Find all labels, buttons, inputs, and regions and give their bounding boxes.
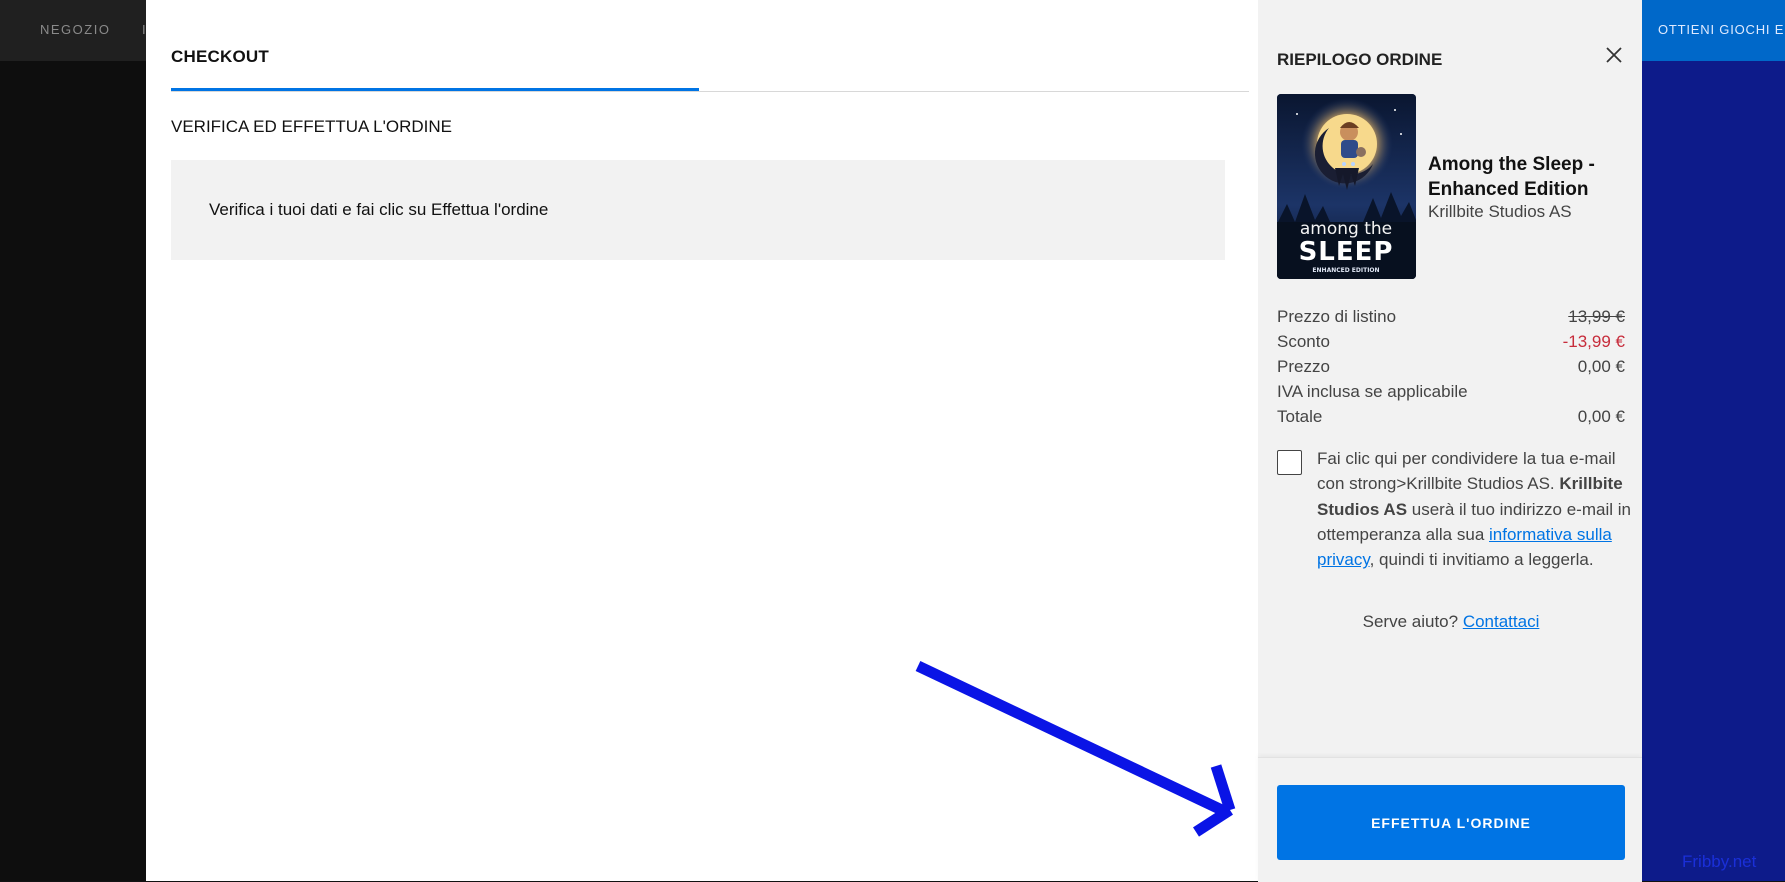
cover-text-small: ENHANCED EDITION <box>1312 267 1379 274</box>
order-summary-title: RIEPILOGO ORDINE <box>1277 50 1443 69</box>
tab-underline <box>171 91 1249 92</box>
game-title: Among the Sleep - Enhanced Edition <box>1428 154 1595 200</box>
place-order-button[interactable]: EFFETTUA L'ORDINE <box>1277 785 1625 860</box>
annotation-arrow-icon <box>915 661 1236 837</box>
price-row-list: Prezzo di listino 13,99 € <box>1277 307 1625 331</box>
nav-store-link[interactable]: NEGOZIO <box>40 22 110 37</box>
price-label: Sconto <box>1277 332 1330 351</box>
price-row-price: Prezzo 0,00 € <box>1277 357 1625 381</box>
cover-text-top: among the <box>1300 219 1392 239</box>
close-icon[interactable] <box>1604 45 1624 65</box>
watermark-text: Fribby.net <box>1682 852 1757 871</box>
instruction-box: Verifica i tuoi dati e fai clic su Effet… <box>171 160 1225 260</box>
consent-text-part3: , quindi ti invitiamo a leggerla. <box>1369 550 1594 570</box>
price-value: 0,00 € <box>1577 357 1625 376</box>
game-cover-image: among the SLEEP ENHANCED EDITION <box>1277 94 1416 279</box>
game-publisher: Krillbite Studios AS <box>1428 202 1572 221</box>
price-label: Prezzo <box>1277 357 1330 376</box>
background-blue-panel <box>1642 61 1785 881</box>
order-summary-panel: RIEPILOGO ORDINE among the SLEEP ENHANCE… <box>1258 0 1642 882</box>
instruction-text: Verifica i tuoi dati e fai clic su Effet… <box>209 200 549 219</box>
discount-value: -13,99 € <box>1562 332 1625 351</box>
total-label: Totale <box>1277 407 1323 426</box>
cover-text-big: SLEEP <box>1299 237 1394 267</box>
total-value: 0,00 € <box>1577 407 1625 426</box>
promo-button[interactable]: OTTIENI GIOCHI EPIC <box>1640 0 1785 61</box>
step-title: VERIFICA ED EFFETTUA L'ORDINE <box>171 117 452 136</box>
tab-active-indicator <box>171 88 699 91</box>
contact-link[interactable]: Contattaci <box>1463 612 1540 631</box>
help-text: Serve aiuto? Contattaci <box>1277 612 1625 632</box>
help-question: Serve aiuto? <box>1362 612 1463 631</box>
promo-button-label: OTTIENI GIOCHI EPIC <box>1658 22 1785 37</box>
price-row-vat: IVA inclusa se applicabile <box>1277 382 1625 406</box>
price-row-total: Totale 0,00 € <box>1277 407 1625 431</box>
price-value: 13,99 € <box>1568 307 1625 326</box>
share-email-consent-text: Fai clic qui per condividere la tua e-ma… <box>1317 446 1631 572</box>
share-email-checkbox[interactable] <box>1277 450 1302 475</box>
vat-label: IVA inclusa se applicabile <box>1277 382 1468 401</box>
price-row-discount: Sconto -13,99 € <box>1277 332 1625 356</box>
summary-footer: EFFETTUA L'ORDINE <box>1258 757 1642 882</box>
checkout-title: CHECKOUT <box>171 47 269 66</box>
price-label: Prezzo di listino <box>1277 307 1397 326</box>
checkout-modal: CHECKOUT VERIFICA ED EFFETTUA L'ORDINE V… <box>146 0 1642 882</box>
